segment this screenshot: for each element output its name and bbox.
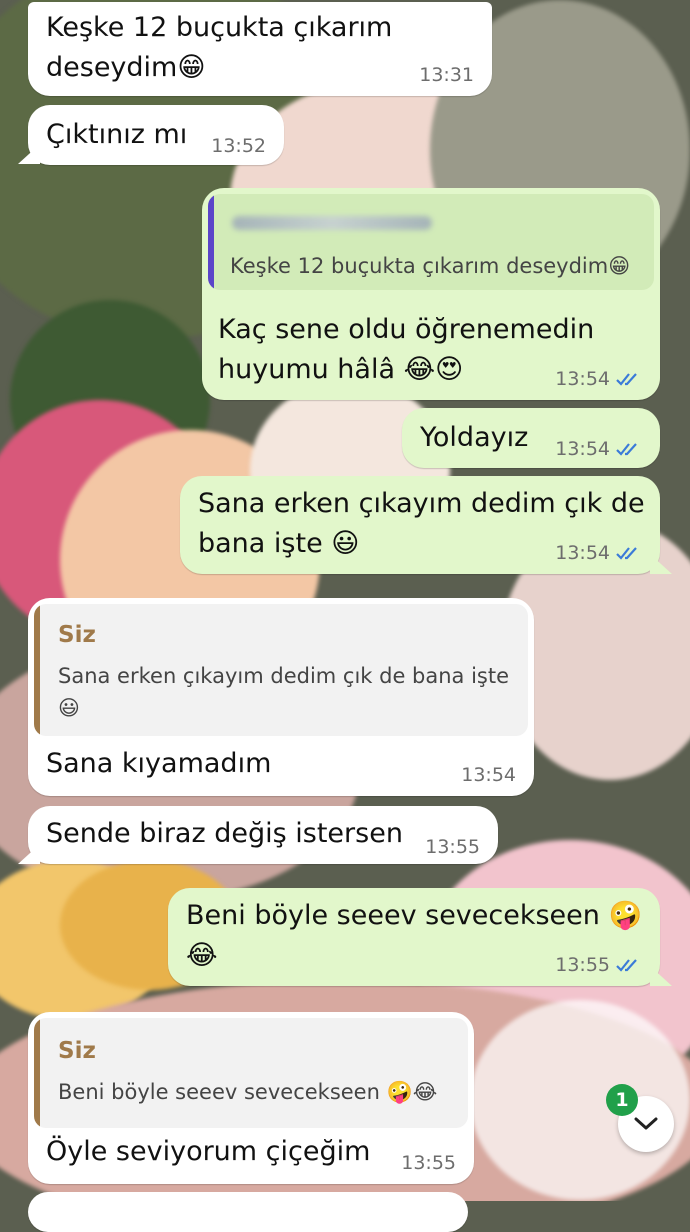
message-outgoing[interactable]: Beni böyle seeev sevecekseen 🤪 😂 13:55	[168, 888, 660, 986]
message-time: 13:55	[555, 954, 610, 976]
message-incoming[interactable]: Siz Sana erken çıkayım dedim çık de bana…	[28, 598, 534, 796]
message-text: Sende biraz değiş istersen	[46, 818, 403, 849]
double-check-icon	[616, 547, 637, 560]
message-incoming[interactable]: Sende biraz değiş istersen 13:55	[28, 806, 498, 864]
message-incoming[interactable]: Keşke 12 buçukta çıkarım deseydim😁 13:31	[28, 2, 492, 96]
bubble-tail	[650, 554, 672, 574]
quote-sender: Siz	[58, 1038, 96, 1064]
message-outgoing[interactable]: Sana erken çıkayım dedim çık de bana işt…	[180, 476, 660, 574]
message-incoming[interactable]: Çıktınız mı 13:52	[28, 105, 284, 165]
message-outgoing[interactable]: Keşke 12 buçukta çıkarım deseydim😁 Kaç s…	[202, 188, 660, 400]
message-meta: 13:54	[555, 438, 642, 460]
quoted-message[interactable]: Keşke 12 buçukta çıkarım deseydim😁	[208, 194, 654, 290]
message-time: 13:54	[555, 438, 610, 460]
chevron-down-icon	[634, 1117, 658, 1130]
message-text: Yoldayız	[420, 422, 529, 453]
quote-sender: Siz	[58, 622, 96, 648]
quote-bar	[34, 1018, 40, 1128]
message-incoming[interactable]: Siz Beni böyle seeev sevecekseen 🤪😂 Öyle…	[28, 1012, 474, 1184]
message-text: Keşke 12 buçukta çıkarım deseydim😁	[46, 12, 393, 83]
message-text: Kaç sene oldu öğrenemedin huyumu hâlâ 😂😍	[218, 314, 595, 385]
bubble-tail	[18, 844, 40, 864]
message-meta: 13:54	[461, 764, 516, 786]
message-meta: 13:55	[401, 1152, 456, 1174]
message-text: Öyle seviyorum çiçeğim	[46, 1136, 371, 1167]
message-incoming-partial[interactable]	[28, 1192, 468, 1232]
message-text: Sana kıyamadım	[46, 748, 272, 779]
message-meta: 13:54	[555, 542, 642, 564]
quote-text: Keşke 12 buçukta çıkarım deseydim😁	[230, 254, 631, 278]
unread-count-badge: 1	[606, 1084, 638, 1116]
bubble-tail	[18, 144, 40, 164]
quote-bar	[34, 604, 40, 736]
message-outgoing[interactable]: Yoldayız 13:54	[402, 408, 660, 468]
message-text: Çıktınız mı	[46, 119, 188, 150]
message-meta: 13:55	[425, 836, 480, 858]
double-check-icon	[616, 959, 637, 972]
message-meta: 13:54	[555, 368, 642, 390]
double-check-icon	[616, 443, 637, 456]
message-time: 13:55	[401, 1152, 456, 1174]
quote-sender-redacted	[232, 216, 432, 230]
double-check-icon	[616, 373, 637, 386]
quoted-message[interactable]: Siz Sana erken çıkayım dedim çık de bana…	[34, 604, 528, 736]
message-time: 13:54	[461, 764, 516, 786]
quote-text: Beni böyle seeev sevecekseen 🤪😂	[58, 1080, 438, 1104]
quoted-message[interactable]: Siz Beni böyle seeev sevecekseen 🤪😂	[34, 1018, 468, 1128]
message-time: 13:54	[555, 368, 610, 390]
message-time: 13:52	[211, 135, 266, 157]
message-time: 13:54	[555, 542, 610, 564]
message-meta: 13:31	[419, 64, 474, 86]
message-list[interactable]: Keşke 12 buçukta çıkarım deseydim😁 13:31…	[0, 0, 690, 1232]
message-time: 13:31	[419, 64, 474, 86]
message-meta: 13:55	[555, 954, 642, 976]
message-time: 13:55	[425, 836, 480, 858]
bubble-tail	[650, 966, 672, 986]
quote-bar	[208, 194, 214, 290]
message-meta: 13:52	[211, 135, 266, 157]
quote-text: Sana erken çıkayım dedim çık de bana işt…	[58, 664, 510, 720]
